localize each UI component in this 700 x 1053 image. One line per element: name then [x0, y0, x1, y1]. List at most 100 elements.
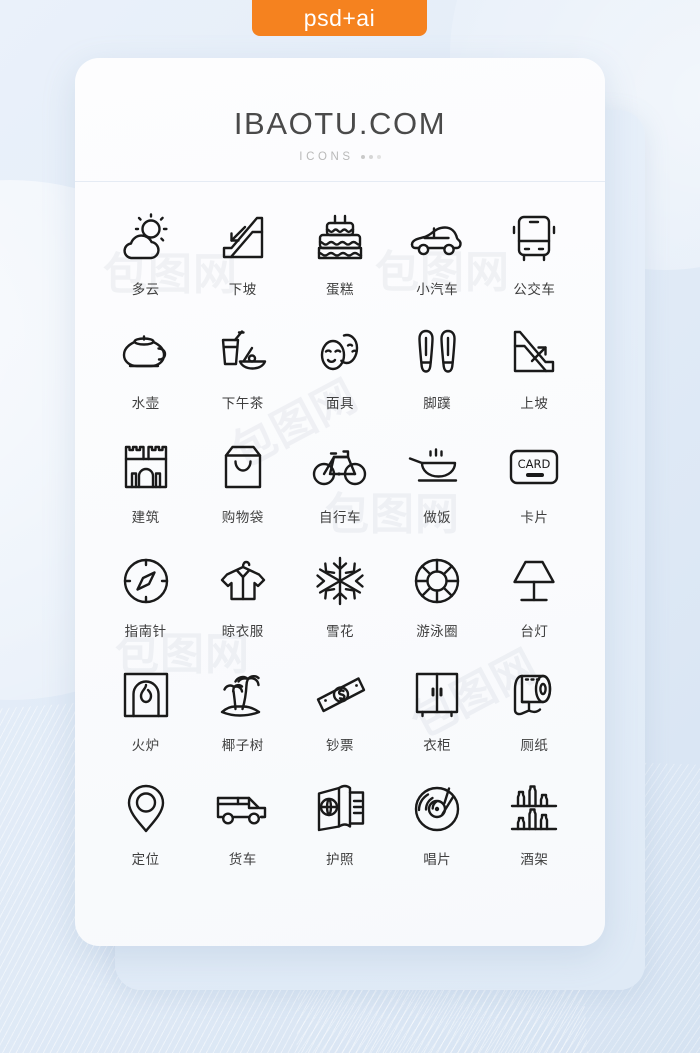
icon-label: 下午茶	[221, 396, 264, 412]
icon-label: 小汽车	[416, 282, 459, 298]
cooking-pan-icon	[408, 436, 466, 498]
icon-label: 公交车	[513, 282, 556, 298]
icon-label: 游泳圈	[416, 624, 459, 640]
coconut-tree-icon	[215, 664, 271, 726]
fireplace-icon	[121, 664, 171, 726]
snowflake-icon	[314, 550, 366, 612]
location-pin-icon	[124, 778, 168, 840]
icon-grid: 多云 下坡 蛋糕 小汽车 公交车 水壶 下午茶 面具 脚蹼 上坡 建筑 购物袋 …	[75, 182, 605, 868]
icon-label: 椰子树	[221, 738, 264, 754]
icon-cell[interactable]: 购物袋	[194, 436, 291, 526]
icon-label: 晾衣服	[221, 624, 264, 640]
icon-cell[interactable]: 蛋糕	[291, 208, 388, 298]
car-icon	[408, 208, 466, 270]
vinyl-record-icon	[411, 778, 463, 840]
icon-cell[interactable]: 多云	[97, 208, 194, 298]
icon-cell[interactable]: 椰子树	[194, 664, 291, 754]
icon-cell[interactable]: 钞票	[291, 664, 388, 754]
page-subtitle: ICONS	[299, 151, 354, 163]
desk-lamp-icon	[508, 550, 560, 612]
icon-cell[interactable]: 唱片	[389, 778, 486, 868]
bus-icon	[510, 208, 558, 270]
icon-label: 下坡	[228, 282, 257, 298]
uphill-escalator-icon	[508, 322, 560, 384]
teapot-icon	[118, 322, 174, 384]
icon-cell[interactable]: 台灯	[486, 550, 583, 640]
icon-cell[interactable]: 晾衣服	[194, 550, 291, 640]
icon-cell[interactable]: 衣柜	[389, 664, 486, 754]
masks-icon	[313, 322, 367, 384]
icon-cell[interactable]: 火炉	[97, 664, 194, 754]
icon-label: 台灯	[520, 624, 549, 640]
afternoon-tea-icon	[214, 322, 272, 384]
icon-label: 蛋糕	[325, 282, 354, 298]
icon-cell[interactable]: CARD 卡片	[486, 436, 583, 526]
icon-cell[interactable]: 指南针	[97, 550, 194, 640]
psd-ai-badge: psd+ai	[252, 0, 427, 36]
icon-cell[interactable]: 脚蹼	[389, 322, 486, 412]
icon-cell[interactable]: 护照	[291, 778, 388, 868]
icon-cell[interactable]: 厕纸	[486, 664, 583, 754]
icon-label: 火炉	[131, 738, 160, 754]
icon-label: 雪花	[325, 624, 354, 640]
bicycle-icon	[312, 436, 368, 498]
passport-icon	[313, 778, 367, 840]
icon-label: 面具	[325, 396, 354, 412]
icon-cell[interactable]: 游泳圈	[389, 550, 486, 640]
icon-label: 水壶	[131, 396, 160, 412]
icon-label: 厕纸	[520, 738, 549, 754]
icon-label: 自行车	[318, 510, 361, 526]
icon-cell[interactable]: 货车	[194, 778, 291, 868]
flippers-icon	[414, 322, 460, 384]
hanging-clothes-icon	[216, 550, 270, 612]
icon-cell[interactable]: 水壶	[97, 322, 194, 412]
icon-cell[interactable]: 定位	[97, 778, 194, 868]
icon-cell[interactable]: 酒架	[486, 778, 583, 868]
icon-label: 货车	[228, 852, 257, 868]
cake-icon	[313, 208, 367, 270]
castle-icon	[121, 436, 171, 498]
icon-label: 酒架	[520, 852, 549, 868]
icon-cell[interactable]: 下午茶	[194, 322, 291, 412]
page-title: IBAOTU.COM	[233, 106, 447, 141]
banknote-icon	[312, 664, 368, 726]
icon-cell[interactable]: 下坡	[194, 208, 291, 298]
icon-label: 护照	[325, 852, 354, 868]
icon-cell[interactable]: 建筑	[97, 436, 194, 526]
icon-cell[interactable]: 公交车	[486, 208, 583, 298]
subtitle-dots-icon	[360, 155, 381, 159]
icon-label: 卡片	[520, 510, 549, 526]
compass-icon	[121, 550, 171, 612]
card-header: IBAOTU.COM ICONS	[75, 58, 605, 182]
toilet-paper-icon	[508, 664, 560, 726]
wardrobe-icon	[412, 664, 462, 726]
icon-cell[interactable]: 自行车	[291, 436, 388, 526]
card-icon: CARD	[507, 436, 561, 498]
icon-label: 多云	[131, 282, 160, 298]
icon-cell[interactable]: 雪花	[291, 550, 388, 640]
wine-rack-icon	[507, 778, 561, 840]
icon-label: 脚蹼	[423, 396, 452, 412]
psd-ai-badge-label: psd+ai	[303, 4, 376, 31]
icon-set-card: IBAOTU.COM ICONS 包图网 包图网 包图网 包图网 包图网 包图网…	[75, 58, 605, 946]
icon-cell[interactable]: 做饭	[389, 436, 486, 526]
icon-label: 上坡	[520, 396, 549, 412]
icon-cell[interactable]: 上坡	[486, 322, 583, 412]
icon-cell[interactable]: 面具	[291, 322, 388, 412]
swim-ring-icon	[412, 550, 462, 612]
icon-label: 唱片	[423, 852, 452, 868]
van-icon	[214, 778, 272, 840]
cloudy-icon	[118, 208, 174, 270]
downhill-escalator-icon	[217, 208, 269, 270]
shopping-bag-icon	[218, 436, 268, 498]
icon-label: 钞票	[325, 738, 354, 754]
icon-label: 建筑	[131, 510, 160, 526]
icon-label: 做饭	[423, 510, 452, 526]
icon-label: 指南针	[124, 624, 167, 640]
page-subtitle-row: ICONS	[75, 151, 605, 163]
icon-label: 购物袋	[221, 510, 264, 526]
icon-cell[interactable]: 小汽车	[389, 208, 486, 298]
svg-text:CARD: CARD	[518, 457, 551, 471]
icon-label: 衣柜	[423, 738, 452, 754]
icon-label: 定位	[131, 852, 160, 868]
